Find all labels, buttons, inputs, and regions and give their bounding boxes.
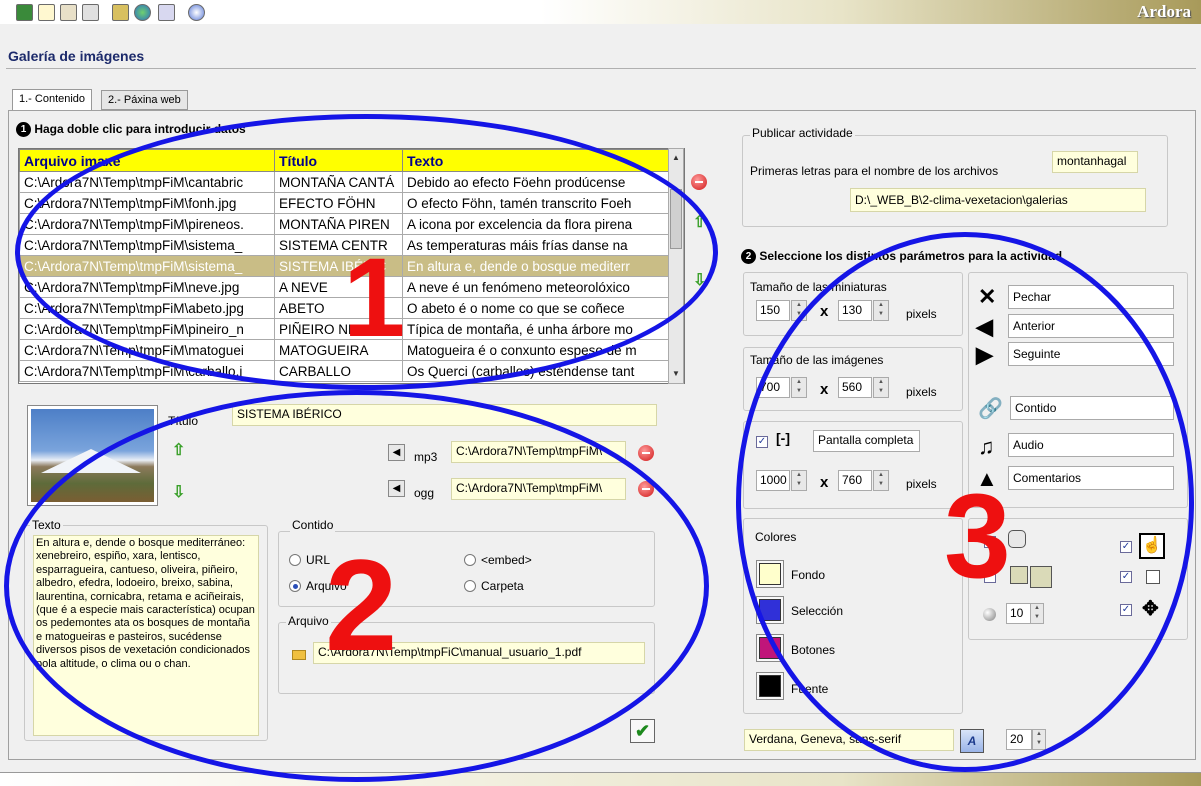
delete-mp3-icon[interactable] [638, 445, 654, 461]
exit-icon[interactable] [16, 4, 33, 21]
status-bar [0, 772, 1201, 786]
save-icon[interactable] [82, 4, 99, 21]
annotation-number-3: 3 [944, 469, 1011, 603]
accept-check-button[interactable]: ✔ [630, 719, 655, 743]
color-fuente-button[interactable] [756, 672, 784, 700]
annotation-number-2: 2 [325, 532, 398, 678]
open-icon[interactable] [60, 4, 77, 21]
folder-icon[interactable] [112, 4, 129, 21]
new-document-icon[interactable] [38, 4, 55, 21]
publish-label: Publicar actividade [750, 126, 855, 140]
prefix-field[interactable]: montanhagal [1052, 151, 1138, 173]
help-icon[interactable] [188, 4, 205, 21]
color-fuente-swatch [759, 675, 781, 697]
tab-pagina-web[interactable]: 2.- Páxina web [101, 90, 188, 110]
brand-logo: Ardora [1137, 2, 1191, 21]
title-divider [6, 68, 1196, 69]
toolbar: Ardora [0, 0, 1201, 24]
page-title: Galería de imágenes [8, 48, 145, 64]
annotation-number-1: 1 [343, 235, 406, 360]
section-number-1: 1 [16, 122, 31, 138]
section-number-2: 2 [741, 249, 756, 265]
thumb-width-input[interactable]: 150 [756, 300, 790, 321]
path-field[interactable]: D:\_WEB_B\2-clima-vexetacion\galerias [850, 188, 1146, 212]
globe-icon[interactable] [134, 4, 151, 21]
scroll-up-icon[interactable]: ▲ [669, 151, 683, 165]
tab-contenido[interactable]: 1.- Contenido [12, 89, 93, 111]
preview-eye-icon[interactable] [158, 4, 175, 21]
prefix-label: Primeras letras para el nombre de los ar… [750, 164, 999, 178]
publish-group [742, 135, 1168, 227]
delete-row-icon[interactable] [691, 174, 707, 190]
scroll-down-icon[interactable]: ▼ [669, 367, 683, 381]
